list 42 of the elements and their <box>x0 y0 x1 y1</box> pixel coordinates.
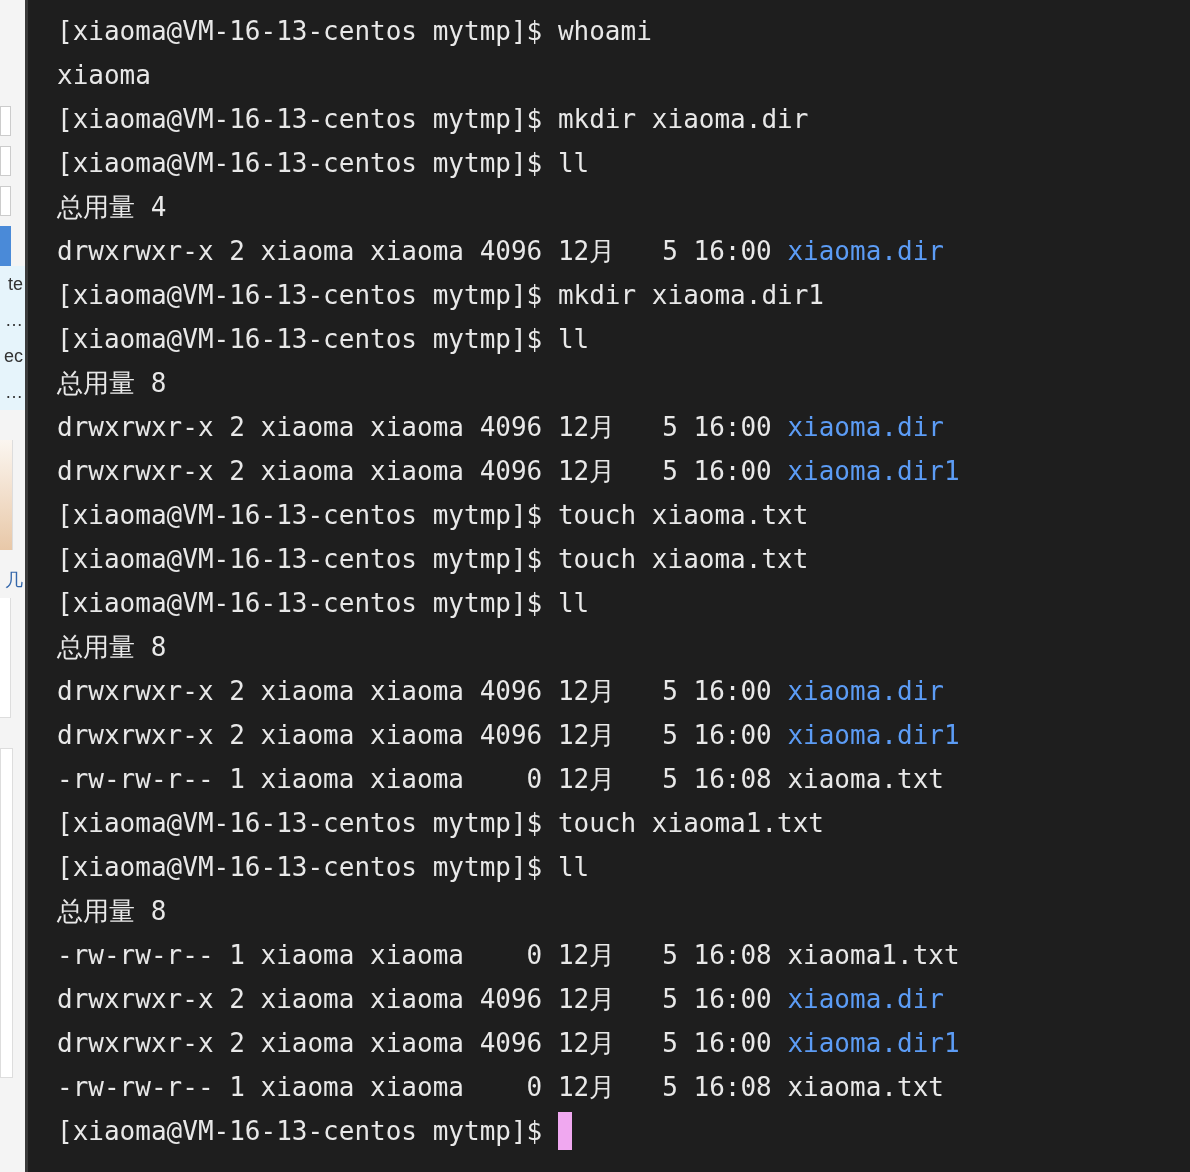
output-line: xiaoma <box>57 58 151 92</box>
prompt-line: [xiaoma@VM-16-13-centos mytmp]$ touch xiaoma.txt <box>57 498 809 532</box>
file-name: xiaoma.dir <box>787 234 944 268</box>
sidebar-text: … <box>4 381 24 404</box>
file-name: xiaoma.txt <box>787 762 944 796</box>
prompt-line: [xiaoma@VM-16-13-centos mytmp]$ ll <box>57 586 590 620</box>
output-line: 总用量 8 <box>57 894 167 928</box>
output-line: 总用量 4 <box>57 190 167 224</box>
file-name: xiaoma1.txt <box>787 938 960 972</box>
file-name: xiaoma.dir <box>787 674 944 708</box>
file-info: drwxrwxr-x 2 xiaoma xiaoma 4096 12月 5 16:00 <box>57 674 773 708</box>
file-name: xiaoma.dir1 <box>787 718 960 752</box>
file-name: xiaoma.dir1 <box>787 1026 960 1060</box>
file-info: drwxrwxr-x 2 xiaoma xiaoma 4096 12月 5 16:00 <box>57 234 773 268</box>
output-line: 总用量 8 <box>57 630 167 664</box>
prompt-line: [xiaoma@VM-16-13-centos mytmp]$ touch xiaoma.txt <box>57 542 809 576</box>
sidebar-text: 几 <box>4 569 24 592</box>
file-info: drwxrwxr-x 2 xiaoma xiaoma 4096 12月 5 16:00 <box>57 454 773 488</box>
sidebar-text: ec <box>3 345 24 368</box>
file-info: -rw-rw-r-- 1 xiaoma xiaoma 0 12月 5 16:08 <box>57 938 773 972</box>
file-name: xiaoma.dir <box>787 982 944 1016</box>
file-info: -rw-rw-r-- 1 xiaoma xiaoma 0 12月 5 16:08 <box>57 1070 773 1104</box>
file-name: xiaoma.dir <box>787 410 944 444</box>
file-info: drwxrwxr-x 2 xiaoma xiaoma 4096 12月 5 16:00 <box>57 718 773 752</box>
file-info: -rw-rw-r-- 1 xiaoma xiaoma 0 12月 5 16:08 <box>57 762 773 796</box>
prompt-line: [xiaoma@VM-16-13-centos mytmp]$ mkdir xiaoma.dir <box>57 102 809 136</box>
file-info: drwxrwxr-x 2 xiaoma xiaoma 4096 12月 5 16:00 <box>57 982 773 1016</box>
file-info: drwxrwxr-x 2 xiaoma xiaoma 4096 12月 5 16:00 <box>57 410 773 444</box>
file-name: xiaoma.dir1 <box>787 454 960 488</box>
prompt-line: [xiaoma@VM-16-13-centos mytmp]$ ll <box>57 322 590 356</box>
prompt-line: [xiaoma@VM-16-13-centos mytmp]$ ll <box>57 146 590 180</box>
prompt-line: [xiaoma@VM-16-13-centos mytmp]$ touch xiaoma1.txt <box>57 806 824 840</box>
prompt-line: [xiaoma@VM-16-13-centos mytmp]$ whoami <box>57 14 652 48</box>
file-info: drwxrwxr-x 2 xiaoma xiaoma 4096 12月 5 16:00 <box>57 1026 773 1060</box>
file-name: xiaoma.txt <box>787 1070 944 1104</box>
sidebar-text: … <box>4 309 24 332</box>
selected-row <box>0 226 11 266</box>
prompt-line: [xiaoma@VM-16-13-centos mytmp]$ <box>57 1114 544 1148</box>
prompt-line: [xiaoma@VM-16-13-centos mytmp]$ mkdir xiaoma.dir1 <box>57 278 824 312</box>
output-line: 总用量 8 <box>57 366 167 400</box>
sidebar-text: te <box>7 273 24 296</box>
prompt-line: [xiaoma@VM-16-13-centos mytmp]$ ll <box>57 850 590 884</box>
